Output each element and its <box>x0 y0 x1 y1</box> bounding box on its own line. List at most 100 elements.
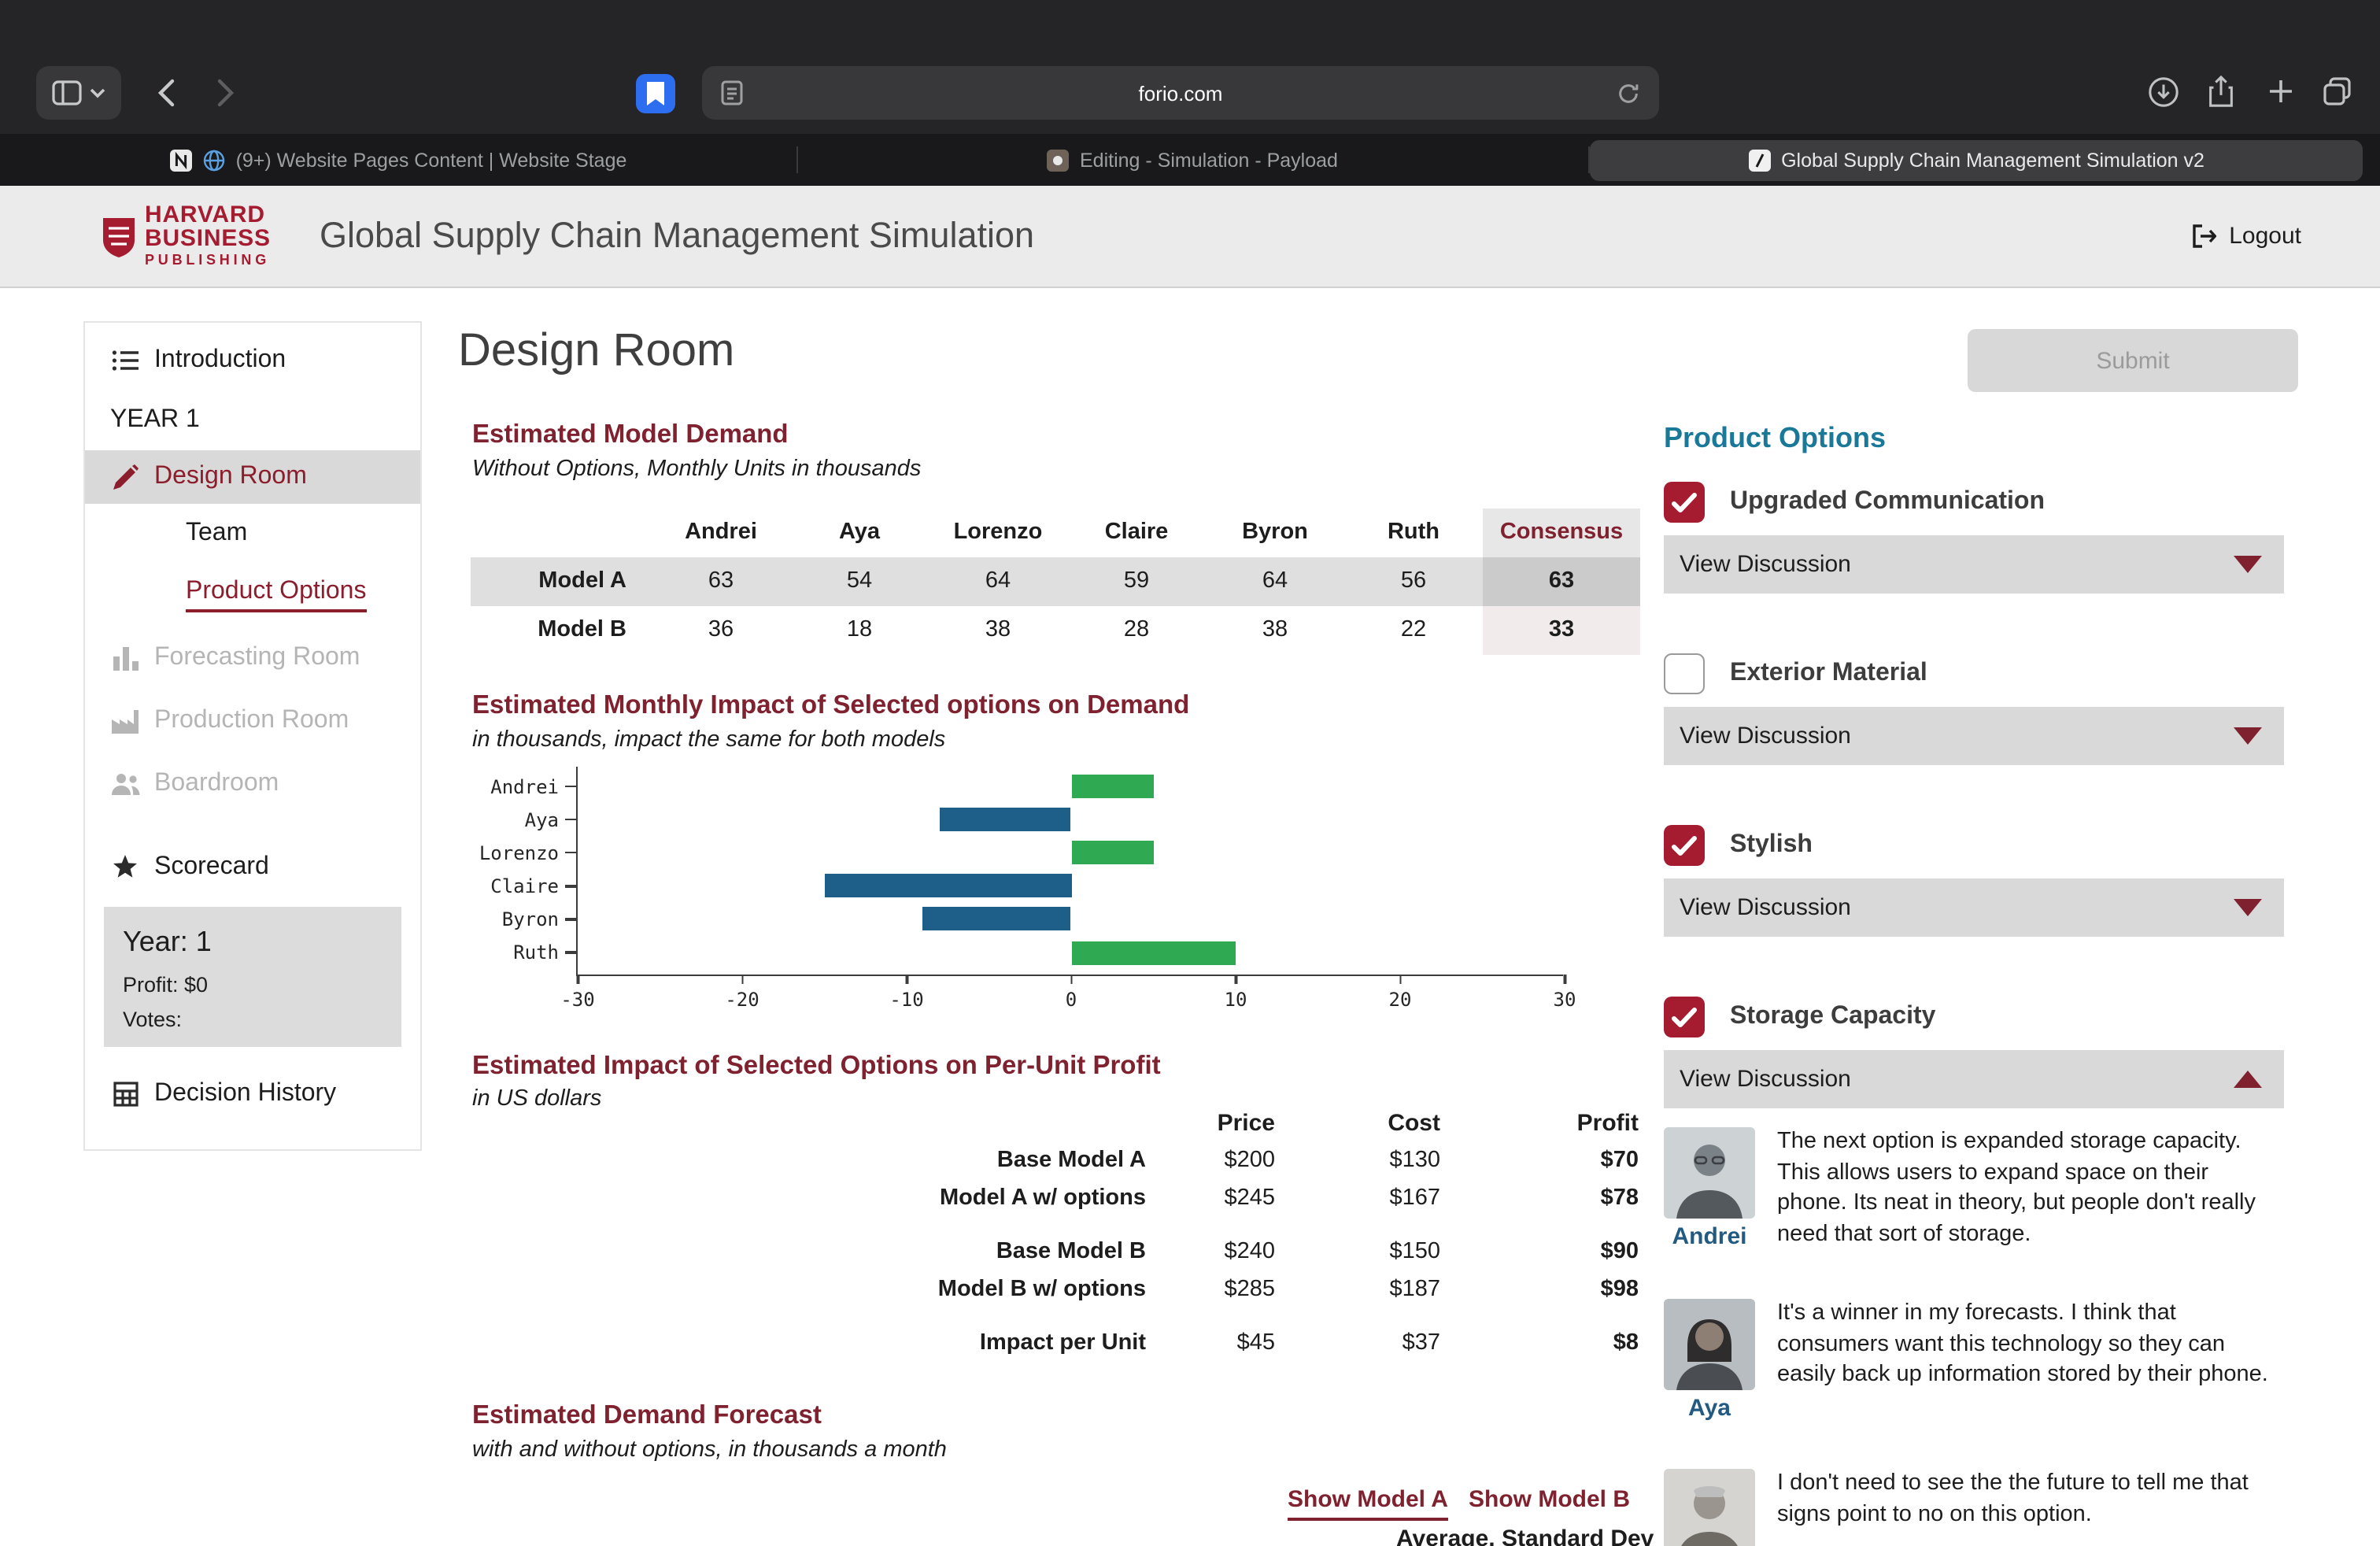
reader-page-icon[interactable] <box>721 80 743 105</box>
demand-value: 64 <box>929 557 1067 606</box>
browser-tab-editing[interactable]: Editing - Simulation - Payload <box>796 134 1588 186</box>
chart-x-tick-label: 30 <box>1554 989 1576 1011</box>
chart-x-tick-label: -20 <box>725 989 759 1011</box>
avatar-commenter <box>1664 1469 1755 1546</box>
sidebar-item-decision-history[interactable]: Decision History <box>85 1060 420 1129</box>
browser-toolbar: forio.com <box>0 0 2380 134</box>
view-discussion-label: View Discussion <box>1680 723 1851 749</box>
sidebar-label: Forecasting Room <box>154 644 360 672</box>
chevron-down-icon <box>2234 556 2262 573</box>
people-icon <box>110 773 140 795</box>
logout-label: Logout <box>2229 223 2301 250</box>
discussion-comment: I don't need to see the the future to te… <box>1664 1469 2284 1546</box>
chart-x-tick <box>1564 975 1566 984</box>
sidebar-toggle-button[interactable] <box>36 66 121 120</box>
cost-value: $150 <box>1275 1239 1440 1264</box>
price-value: $45 <box>1146 1330 1275 1356</box>
logout-button[interactable]: Logout <box>2191 223 2301 250</box>
cost-value: $37 <box>1275 1330 1440 1356</box>
consensus-value: 33 <box>1483 606 1640 655</box>
column-header: Price <box>1146 1109 1275 1136</box>
tab-strip: (9+) Website Pages Content | Website Sta… <box>0 134 2380 186</box>
demand-value: 18 <box>790 606 929 655</box>
price-value: $285 <box>1146 1277 1275 1302</box>
extension-icon[interactable] <box>636 74 675 113</box>
sidebar-item-boardroom: Boardroom <box>85 753 420 816</box>
chart-category-label: Ruth <box>513 940 559 965</box>
sidebar-label: Production Room <box>154 707 349 735</box>
checkbox-storage-capacity[interactable] <box>1664 997 1705 1037</box>
chevron-down-icon <box>2234 727 2262 745</box>
grid-calendar-icon <box>110 1082 140 1107</box>
avatar-andrei <box>1664 1127 1755 1219</box>
sidebar-item-introduction[interactable]: Introduction <box>85 331 420 390</box>
column-header: Lorenzo <box>929 509 1067 557</box>
checkbox-upgraded-communication[interactable] <box>1664 482 1705 523</box>
option-label: Exterior Material <box>1730 660 1927 688</box>
simulation-favicon <box>1047 149 1069 171</box>
sidebar-item-year1[interactable]: YEAR 1 <box>85 390 420 450</box>
column-header: Cost <box>1275 1109 1440 1136</box>
check-icon <box>1672 1007 1697 1027</box>
chevron-down-icon <box>2234 899 2262 916</box>
browser-tab-websites[interactable]: (9+) Website Pages Content | Website Sta… <box>0 134 796 186</box>
chart-x-tick <box>577 975 579 984</box>
show-model-b-link[interactable]: Show Model B <box>1469 1486 1630 1513</box>
chart-bar-andrei <box>1071 775 1154 798</box>
price-value: $240 <box>1146 1239 1275 1264</box>
profit-value: $98 <box>1440 1277 1639 1302</box>
share-button[interactable] <box>2202 72 2240 110</box>
option-exterior-material: Exterior Material <box>1664 653 2284 694</box>
row-label: Model B <box>471 606 652 655</box>
demand-value: 59 <box>1067 557 1206 606</box>
globe-favicon <box>203 149 225 171</box>
view-discussion-stylish[interactable]: View Discussion <box>1664 878 2284 937</box>
view-discussion-exterior-material[interactable]: View Discussion <box>1664 707 2284 765</box>
sidebar-item-scorecard[interactable]: Scorecard <box>85 838 420 897</box>
reload-icon[interactable] <box>1617 81 1640 105</box>
back-button[interactable] <box>145 72 186 113</box>
sidebar-item-team[interactable]: Team <box>85 504 420 564</box>
chart-category-label: Aya <box>525 807 559 832</box>
panel-left-icon <box>52 80 82 105</box>
impact-chart-plot: AndreiAyaLorenzoClaireByronRuth-30-20-10… <box>576 767 1563 976</box>
profit-row: Model A w/ options $245 $167 $78 <box>472 1179 1639 1217</box>
product-options-panel: Product Options Upgraded Communication V… <box>1664 414 2284 1546</box>
check-icon <box>1672 492 1697 512</box>
url-bar[interactable]: forio.com <box>702 66 1659 120</box>
impact-chart-subtitle: in thousands, impact the same for both m… <box>472 727 945 753</box>
profit-row-impact: Impact per Unit $45 $37 $8 <box>472 1324 1639 1362</box>
sidebar-item-design-room[interactable]: Design Room <box>85 450 420 504</box>
checkbox-stylish[interactable] <box>1664 825 1705 866</box>
sidebar-item-product-options[interactable]: Product Options <box>85 564 420 627</box>
room-title: Design Room <box>458 326 734 378</box>
demand-table: Andrei Aya Lorenzo Claire Byron Ruth Con… <box>471 509 1640 655</box>
chart-x-tick-label: -10 <box>889 989 923 1011</box>
downloads-button[interactable] <box>2144 72 2182 110</box>
discussion-comment: Aya It's a winner in my forecasts. I thi… <box>1664 1299 2284 1422</box>
new-tab-button[interactable] <box>2262 72 2300 110</box>
forward-button[interactable] <box>205 72 246 113</box>
sidebar-spacer <box>85 816 420 838</box>
checkbox-exterior-material[interactable] <box>1664 653 1705 694</box>
tab-label: Global Supply Chain Management Simulatio… <box>1781 149 2204 171</box>
browser-tab-simulation-active[interactable]: Global Supply Chain Management Simulatio… <box>1590 139 2363 180</box>
chart-category-label: Andrei <box>490 774 559 799</box>
view-discussion-storage-capacity[interactable]: View Discussion <box>1664 1050 2284 1108</box>
profit-row: Base Model A $200 $130 $70 <box>472 1141 1639 1179</box>
chart-x-tick <box>1399 975 1402 984</box>
chevron-down-icon <box>90 87 105 98</box>
demand-value: 36 <box>652 606 790 655</box>
sidebar-label: Team <box>186 520 247 548</box>
impact-bar-chart: AndreiAyaLorenzoClaireByronRuth-30-20-10… <box>472 760 1645 1012</box>
column-header: Profit <box>1440 1109 1639 1136</box>
row-label: Base Model B <box>472 1239 1146 1264</box>
chart-y-tick <box>565 885 578 887</box>
tab-overview-button[interactable] <box>2319 72 2356 110</box>
submit-button[interactable]: Submit <box>1968 329 2298 392</box>
show-model-a-link[interactable]: Show Model A <box>1288 1486 1448 1521</box>
notion-favicon <box>170 149 192 171</box>
chart-bar-lorenzo <box>1071 841 1154 864</box>
view-discussion-upgraded-communication[interactable]: View Discussion <box>1664 535 2284 594</box>
demand-section-subtitle: Without Options, Monthly Units in thousa… <box>472 457 921 482</box>
